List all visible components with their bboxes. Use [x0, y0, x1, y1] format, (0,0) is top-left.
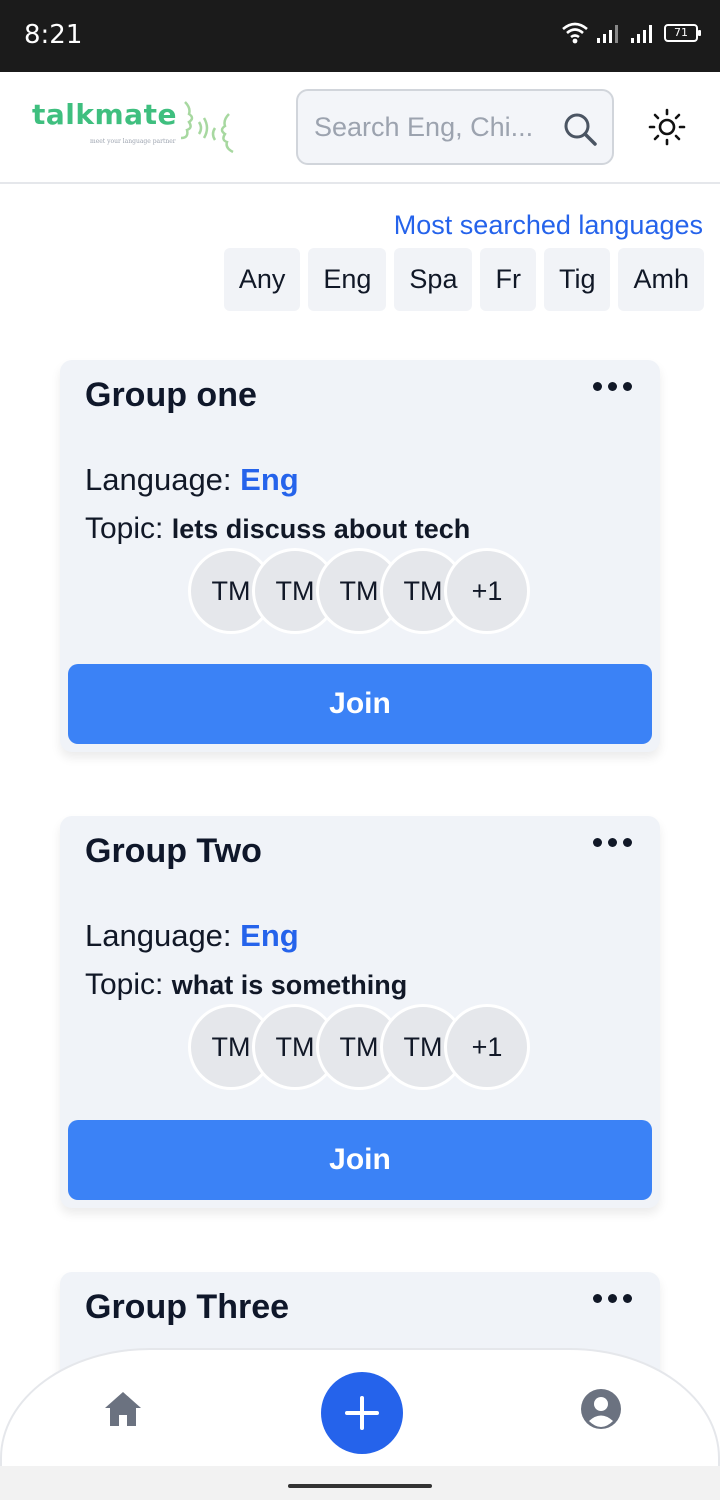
group-title: Group Three	[85, 1288, 290, 1326]
add-group-button[interactable]	[321, 1372, 403, 1454]
logo[interactable]: talkmate meet your language partner	[32, 98, 242, 158]
join-button[interactable]: Join	[68, 664, 652, 744]
member-avatars: TM TM TM TM +1	[188, 548, 530, 636]
more-options-icon[interactable]	[593, 382, 632, 391]
more-options-icon[interactable]	[593, 838, 632, 847]
language-chip-spa[interactable]: Spa	[394, 248, 473, 311]
home-icon[interactable]	[102, 1388, 144, 1430]
logo-text: talkmate	[32, 98, 177, 131]
language-chips: Any Eng Spa Fr Tig Amh	[223, 248, 704, 311]
group-title: Group Two	[85, 832, 262, 870]
member-avatars: TM TM TM TM +1	[188, 1004, 530, 1092]
language-chip-fr[interactable]: Fr	[480, 248, 536, 311]
language-label: Language:	[85, 462, 241, 497]
language-value: Eng	[240, 462, 299, 497]
topic-value: what is something	[171, 970, 408, 1000]
group-language: Language: Eng	[85, 918, 299, 954]
topic-value: lets discuss about tech	[171, 514, 471, 544]
language-chip-any[interactable]: Any	[223, 248, 301, 311]
topic-label: Topic:	[85, 968, 172, 1001]
language-label: Language:	[85, 918, 241, 953]
most-searched-languages-link[interactable]: Most searched languages	[394, 210, 703, 241]
search-box	[296, 89, 614, 165]
group-topic: Topic: lets discuss about tech	[85, 512, 470, 546]
wifi-icon	[562, 22, 588, 44]
theme-toggle-button[interactable]	[645, 105, 689, 149]
status-icons: 71	[562, 22, 701, 44]
app-header: talkmate meet your language partner	[0, 72, 720, 184]
sun-icon	[648, 108, 686, 146]
signal-icon	[631, 25, 652, 43]
logo-faces-icon	[180, 101, 234, 154]
language-chip-eng[interactable]: Eng	[308, 248, 387, 311]
group-topic: Topic: what is something	[85, 968, 407, 1002]
group-card: Group one Language: Eng Topic: lets disc…	[60, 360, 660, 752]
group-language: Language: Eng	[85, 462, 299, 498]
language-value: Eng	[240, 918, 299, 953]
more-members-count: +1	[444, 1004, 530, 1090]
group-card: Group Two Language: Eng Topic: what is s…	[60, 816, 660, 1208]
group-title: Group one	[85, 376, 257, 414]
topic-label: Topic:	[85, 512, 172, 545]
battery-icon: 71	[664, 24, 701, 42]
more-options-icon[interactable]	[593, 1294, 632, 1303]
search-icon[interactable]	[562, 111, 598, 147]
search-input[interactable]	[314, 109, 554, 145]
language-chip-amh[interactable]: Amh	[618, 248, 704, 311]
plus-icon	[345, 1396, 379, 1430]
user-circle-icon[interactable]	[580, 1388, 622, 1430]
gesture-bar	[0, 1466, 720, 1500]
status-bar: 8:21 71	[0, 0, 720, 72]
status-time: 8:21	[24, 20, 83, 50]
more-members-count: +1	[444, 548, 530, 634]
language-chip-tig[interactable]: Tig	[543, 248, 611, 311]
signal-icon	[597, 25, 618, 43]
join-button[interactable]: Join	[68, 1120, 652, 1200]
home-indicator[interactable]	[288, 1484, 432, 1488]
logo-tagline: meet your language partner	[90, 138, 176, 145]
